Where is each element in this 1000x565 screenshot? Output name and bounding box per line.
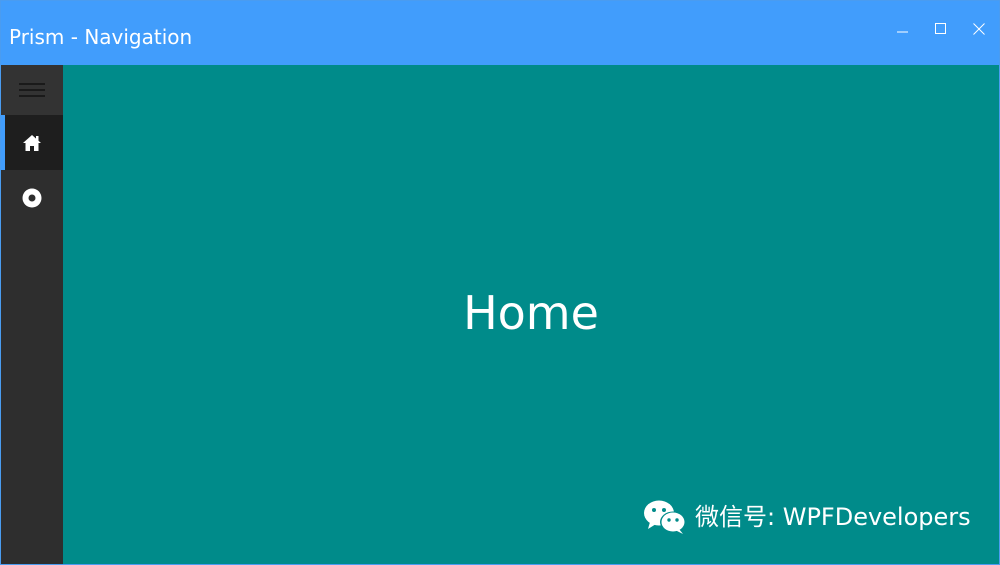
hamburger-icon xyxy=(19,83,45,97)
hamburger-menu-button[interactable] xyxy=(1,65,63,115)
home-icon xyxy=(23,134,41,151)
active-indicator xyxy=(1,115,5,170)
close-icon xyxy=(973,23,985,35)
sidebar xyxy=(1,65,63,564)
minimize-button[interactable] xyxy=(885,13,921,45)
watermark-text: 微信号: WPFDevelopers xyxy=(695,503,971,531)
window-title: Prism - Navigation xyxy=(9,25,193,49)
radio-circle-icon xyxy=(22,188,42,207)
main-content: Home 微信号: WPFDevelopers xyxy=(63,65,999,564)
maximize-icon xyxy=(935,23,946,34)
close-button[interactable] xyxy=(961,13,997,45)
maximize-button[interactable] xyxy=(923,13,959,45)
sidebar-item-home[interactable] xyxy=(1,115,63,170)
wechat-icon xyxy=(644,500,686,534)
page-title: Home xyxy=(463,286,599,340)
app-window: Prism - Navigation Home 微信号: WPFDevelope… xyxy=(0,0,1000,565)
sidebar-item-settings[interactable] xyxy=(1,170,63,225)
minimize-icon xyxy=(897,31,908,33)
title-bar[interactable]: Prism - Navigation xyxy=(1,1,999,65)
watermark: 微信号: WPFDevelopers xyxy=(643,497,971,537)
